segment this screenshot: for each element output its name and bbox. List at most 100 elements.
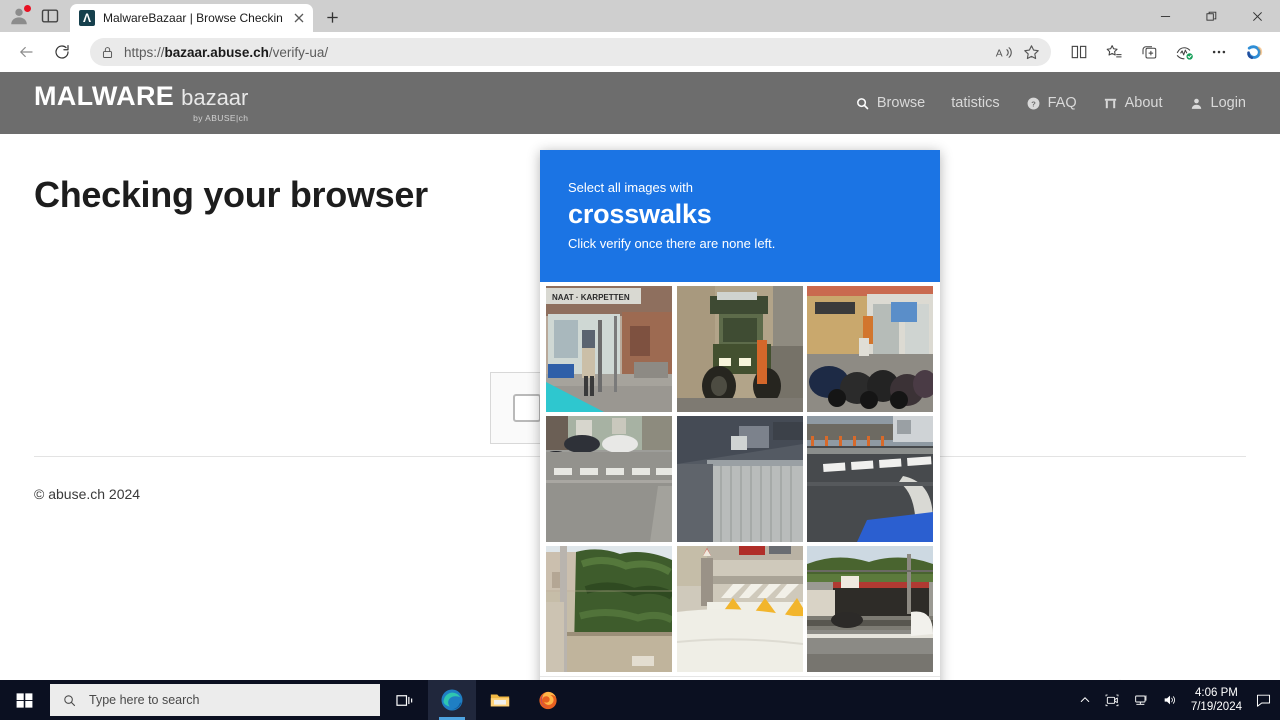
taskbar-item-edge[interactable] [428, 680, 476, 720]
taskbar-item-file-explorer[interactable] [476, 680, 524, 720]
tile-image-storefront: NAAT · KARPETTEN [546, 286, 672, 412]
split-screen-button[interactable] [1063, 36, 1095, 68]
close-icon [1252, 11, 1262, 21]
tile-image-hedge-wall [546, 546, 672, 672]
captcha-tile-8[interactable] [676, 546, 803, 672]
omnibox-actions: A [995, 43, 1041, 62]
captcha-tile-4[interactable] [546, 416, 672, 542]
profile-notification-badge [23, 4, 32, 13]
tab-favicon-icon: Λ [79, 10, 95, 26]
site-header: MALWARE bazaar by ABUSE|ch Browse tatist… [0, 72, 1280, 134]
site-logo[interactable]: MALWARE bazaar by ABUSE|ch [34, 83, 248, 123]
windows-taskbar: Type here to search 4:06 PM 7/19/2024 [0, 680, 1280, 720]
captcha-tile-6[interactable] [807, 416, 934, 542]
minimize-icon [1160, 15, 1170, 17]
action-center-icon [1256, 694, 1271, 707]
taskbar-clock[interactable]: 4:06 PM 7/19/2024 [1191, 686, 1242, 715]
nav-item-faq[interactable]: ? FAQ [1026, 95, 1077, 111]
nav-item-login[interactable]: Login [1189, 95, 1246, 111]
copyright-text: © abuse.ch 2024 [34, 486, 141, 502]
split-screen-icon [1071, 45, 1087, 59]
tile-image-motorcycles [807, 286, 934, 412]
close-window-button[interactable] [1234, 0, 1280, 32]
reload-button[interactable] [46, 36, 78, 68]
minimize-button[interactable] [1142, 0, 1188, 32]
add-collection-icon [1142, 46, 1157, 59]
clock-time: 4:06 PM [1195, 686, 1238, 699]
close-icon[interactable] [291, 10, 307, 26]
nav-item-about[interactable]: About [1103, 95, 1163, 111]
plus-icon [327, 11, 339, 23]
tile-image-street-crosswalk [546, 416, 672, 542]
tab-actions-icon[interactable] [40, 6, 60, 26]
captcha-tile-1[interactable]: NAAT · KARPETTEN [546, 286, 672, 412]
collections-button[interactable] [1098, 36, 1130, 68]
favorite-icon[interactable] [1022, 43, 1041, 62]
window-controls [1142, 0, 1280, 32]
back-button[interactable] [10, 36, 42, 68]
tabstrip-left-controls [0, 0, 60, 32]
brand-secondary: bazaar [181, 85, 249, 111]
read-aloud-icon[interactable]: A [995, 43, 1014, 62]
browser-essentials-icon [1176, 46, 1193, 60]
svg-text:A: A [996, 48, 1003, 59]
browser-tab-strip: Λ MalwareBazaar | Browse Checkin [0, 0, 1280, 32]
chevron-up-icon [1080, 697, 1090, 702]
brand-primary: MALWARE [34, 81, 175, 112]
address-bar-url: https://bazaar.abuse.ch/verify-ua/ [124, 44, 329, 60]
copilot-icon [1246, 44, 1262, 59]
task-view-icon [395, 694, 412, 706]
nav-item-statistics[interactable]: tatistics [951, 95, 999, 111]
browser-tab[interactable]: Λ MalwareBazaar | Browse Checkin [70, 4, 313, 32]
captcha-tile-7[interactable] [546, 546, 672, 672]
recording-indicator[interactable] [1104, 692, 1120, 708]
tile-image-hood-crosswalk [676, 546, 803, 672]
taskbar-search-box[interactable]: Type here to search [50, 684, 380, 716]
site-nav: Browse tatistics ? FAQ About Login [855, 95, 1246, 111]
new-tab-button[interactable] [319, 3, 347, 31]
windows-logo-icon [16, 692, 32, 708]
captcha-tile-5[interactable] [676, 416, 803, 542]
captcha-tile-9[interactable] [807, 546, 934, 672]
nav-item-browse[interactable]: Browse [855, 95, 925, 111]
refresh-icon [55, 45, 69, 59]
start-button[interactable] [0, 680, 48, 720]
captcha-image-grid: NAAT · KARPETTEN [540, 282, 940, 672]
captcha-tile-2[interactable] [676, 286, 803, 412]
edge-icon [441, 689, 463, 711]
collections-star-icon [1106, 45, 1122, 58]
add-to-collections-button[interactable] [1133, 36, 1165, 68]
profile-avatar[interactable] [8, 4, 32, 27]
nav-label-statistics: tatistics [951, 95, 1000, 111]
captcha-checkbox[interactable] [513, 394, 541, 422]
tile-image-intersection-crosswalk [807, 416, 934, 542]
settings-and-more-button[interactable] [1203, 36, 1235, 68]
page-viewport: MALWARE bazaar by ABUSE|ch Browse tatist… [0, 72, 1280, 680]
tile-image-roadside-building [807, 546, 934, 672]
firefox-icon [539, 691, 557, 710]
search-icon [64, 694, 76, 706]
address-bar[interactable]: https://bazaar.abuse.ch/verify-ua/ A [90, 38, 1051, 66]
taskbar-search-placeholder: Type here to search [89, 693, 200, 707]
action-center-button[interactable] [1255, 692, 1272, 709]
nav-label-login: Login [1210, 95, 1246, 111]
svg-text:?: ? [1031, 99, 1036, 108]
volume-icon-button[interactable] [1162, 692, 1178, 708]
file-explorer-icon [490, 694, 510, 707]
nav-label-browse: Browse [876, 95, 926, 111]
captcha-dialog: Select all images with crosswalks Click … [540, 150, 940, 680]
copilot-button[interactable] [1238, 36, 1270, 68]
restore-button[interactable] [1188, 0, 1234, 32]
task-view-button[interactable] [380, 680, 428, 720]
show-hidden-icons-button[interactable] [1079, 694, 1091, 706]
network-status-icon[interactable] [1133, 692, 1149, 708]
back-icon [20, 46, 33, 58]
network-icon [1135, 695, 1147, 705]
taskbar-item-firefox[interactable] [524, 680, 572, 720]
system-tray: 4:06 PM 7/19/2024 [1079, 686, 1280, 715]
captcha-tile-3[interactable] [807, 286, 934, 412]
nav-label-about: About [1124, 95, 1163, 111]
camera-recording-icon [1105, 694, 1119, 707]
restore-icon [1205, 11, 1216, 21]
browser-essentials-button[interactable] [1168, 36, 1200, 68]
